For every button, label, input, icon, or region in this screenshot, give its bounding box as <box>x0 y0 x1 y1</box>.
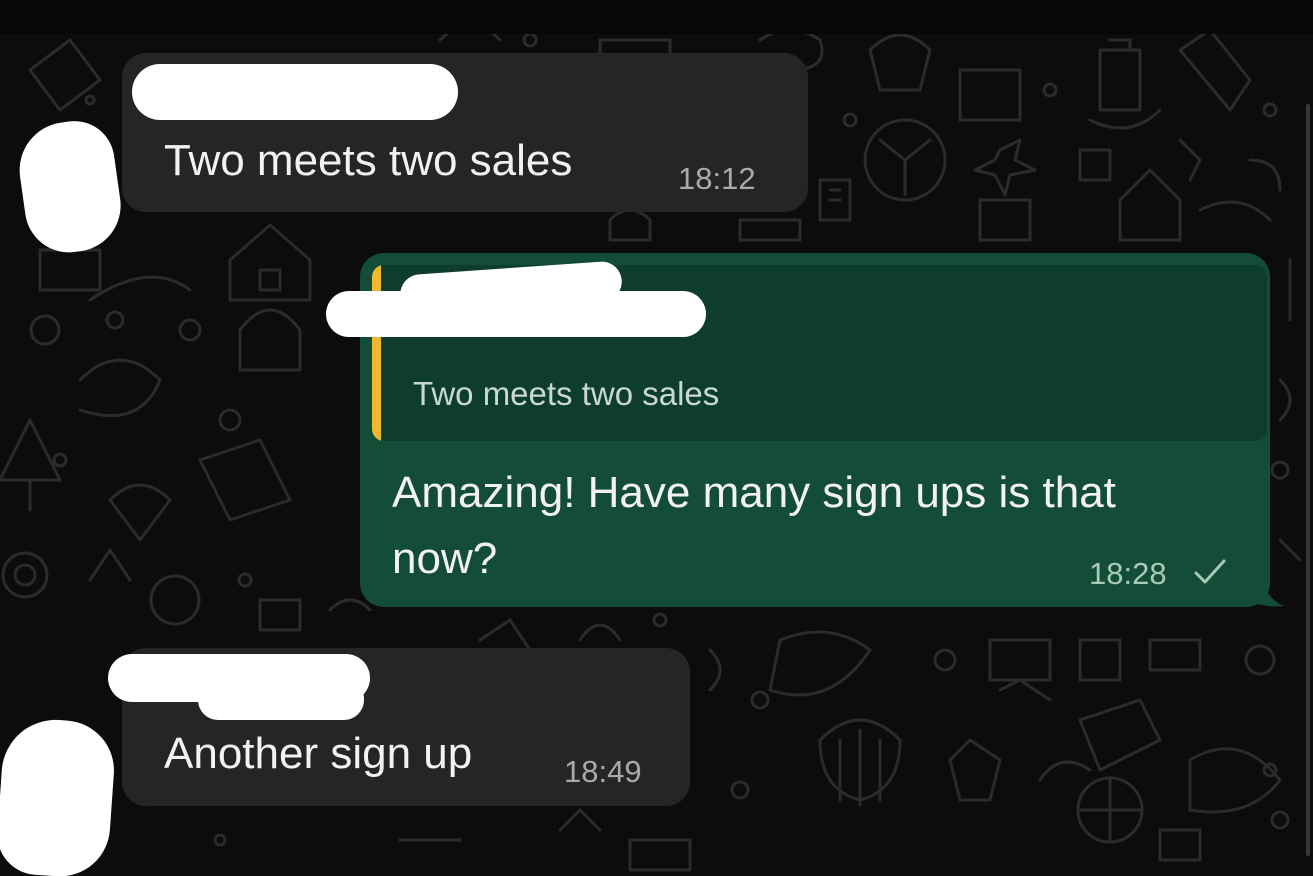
message-timestamp: 18:49 <box>564 754 642 789</box>
redacted-sender-name <box>132 64 458 120</box>
message-bubble-incoming[interactable]: Another sign up 18:49 <box>108 648 690 806</box>
single-check-icon <box>1194 559 1226 584</box>
message-timestamp: 18:12 <box>678 161 756 196</box>
chat-view: Two meets two sales 18:12 Two meets two … <box>0 0 1313 876</box>
message-text: Another sign up <box>164 729 473 778</box>
message-bubble-incoming[interactable]: Two meets two sales 18:12 <box>122 53 808 212</box>
bubble-tail <box>1250 570 1284 607</box>
top-strip <box>0 0 1313 34</box>
message-timestamp: 18:28 <box>1089 556 1167 591</box>
message-text-line-2: now? <box>392 534 498 583</box>
message-text-line-1: Amazing! Have many sign ups is that <box>392 468 1116 517</box>
redacted-avatar <box>0 716 118 876</box>
reply-quote-text: Two meets two sales <box>413 375 720 412</box>
scrollbar[interactable] <box>1306 104 1310 856</box>
message-text: Two meets two sales <box>164 136 573 185</box>
redacted-sender-name <box>198 678 364 720</box>
